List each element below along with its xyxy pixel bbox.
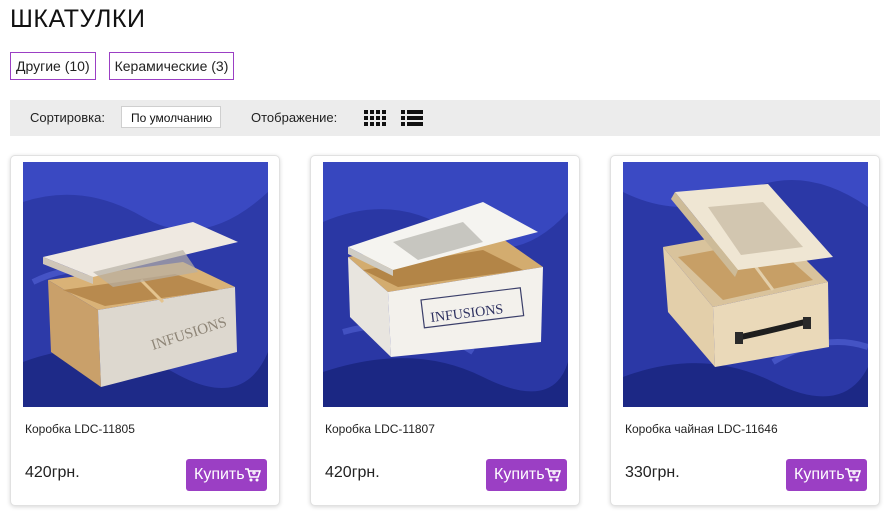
product-price: 420грн. — [325, 464, 380, 481]
product-image[interactable]: INFUSIONS — [323, 162, 568, 407]
category-link-other[interactable]: Другие (10) — [10, 52, 96, 80]
sort-select[interactable]: По умолчанию — [121, 106, 221, 128]
cart-icon — [245, 468, 261, 482]
buy-button-label: Купить — [194, 466, 245, 483]
product-name[interactable]: Коробка LDC-11807 — [325, 422, 435, 436]
page-title: ШКАТУЛКИ — [10, 5, 146, 33]
buy-button-label: Купить — [494, 466, 545, 483]
catalog-toolbar: Сортировка: По умолчанию Отображение: — [10, 100, 880, 136]
category-link-ceramic[interactable]: Керамические (3) — [108, 52, 235, 80]
product-name[interactable]: Коробка LDC-11805 — [25, 422, 135, 436]
buy-button-label: Купить — [794, 466, 845, 483]
product-card: Коробка чайная LDC-11646 330грн. Купить — [610, 155, 880, 506]
sort-label: Сортировка: — [30, 110, 105, 125]
product-card: INFUSIONS Коробка LDC-11805 420грн. Купи… — [10, 155, 280, 506]
product-card: INFUSIONS Коробка LDC-11807 420грн. Купи… — [310, 155, 580, 506]
cart-icon — [845, 468, 861, 482]
product-image[interactable]: INFUSIONS — [23, 162, 268, 407]
buy-button[interactable]: Купить — [786, 459, 867, 491]
grid-view-icon[interactable] — [364, 110, 386, 126]
buy-button[interactable]: Купить — [486, 459, 567, 491]
product-image[interactable] — [623, 162, 868, 407]
product-price: 330грн. — [625, 464, 680, 481]
product-name[interactable]: Коробка чайная LDC-11646 — [625, 422, 778, 436]
category-list: Другие (10) Керамические (3) — [10, 52, 235, 80]
product-price: 420грн. — [25, 464, 80, 481]
view-label: Отображение: — [251, 110, 338, 125]
buy-button[interactable]: Купить — [186, 459, 267, 491]
cart-icon — [545, 468, 561, 482]
list-view-icon[interactable] — [401, 110, 423, 126]
